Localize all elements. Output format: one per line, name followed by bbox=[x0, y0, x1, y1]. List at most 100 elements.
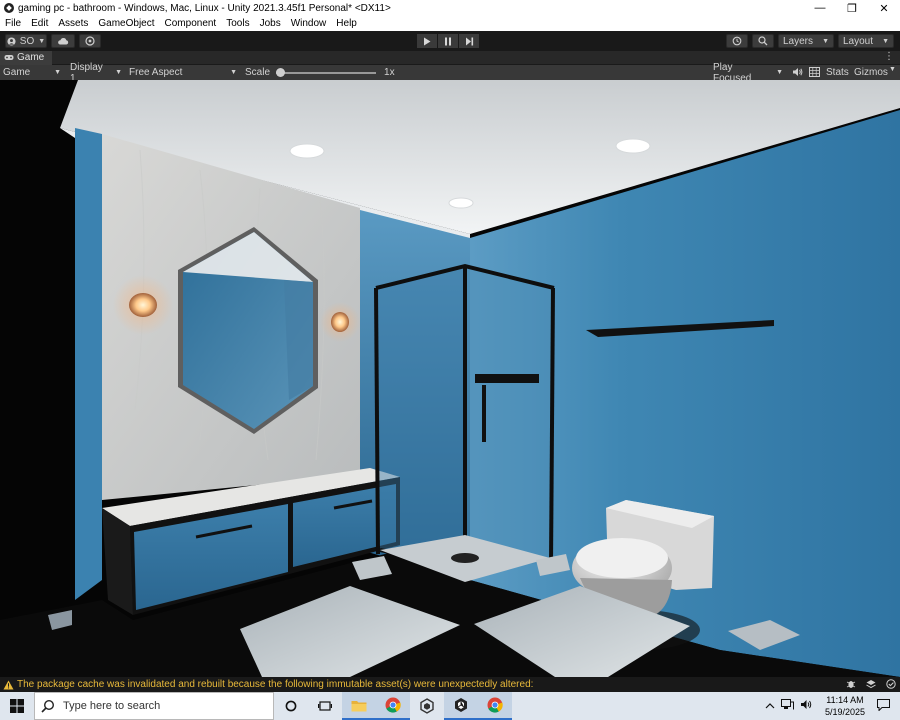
title-bar: gaming pc - bathroom - Windows, Mac, Lin… bbox=[0, 0, 900, 16]
stats-button[interactable]: Stats bbox=[826, 67, 849, 78]
chrome-icon bbox=[487, 697, 503, 713]
menu-edit[interactable]: Edit bbox=[26, 18, 53, 29]
chevron-down-icon: ▼ bbox=[38, 37, 46, 45]
taskbar-app-explorer[interactable] bbox=[342, 692, 376, 720]
account-label: SO bbox=[19, 35, 35, 47]
play-button[interactable] bbox=[417, 34, 437, 48]
play-icon bbox=[424, 37, 431, 45]
unity-hub-icon bbox=[420, 698, 434, 714]
scale-slider-handle[interactable] bbox=[276, 67, 286, 77]
game-view-toolbar: Game ▼ Display 1 ▼ Free Aspect ▼ Scale 1… bbox=[0, 62, 900, 84]
aspect-dropdown[interactable]: Free Aspect ▼ bbox=[126, 65, 240, 80]
clock-date: 5/19/2025 bbox=[824, 707, 865, 717]
game-view[interactable] bbox=[0, 80, 900, 677]
more-options-icon[interactable]: ⋮ bbox=[884, 51, 894, 62]
chevron-down-icon[interactable]: ▼ bbox=[889, 66, 896, 73]
ceiling-light-1 bbox=[289, 143, 325, 159]
menu-jobs[interactable]: Jobs bbox=[255, 18, 286, 29]
taskbar-app-chrome-2[interactable] bbox=[478, 692, 512, 720]
wall-lamp-right bbox=[331, 312, 349, 332]
menu-bar: File Edit Assets GameObject Component To… bbox=[0, 16, 900, 31]
tab-game-label: Game bbox=[17, 52, 45, 63]
network-icon[interactable] bbox=[780, 699, 794, 713]
account-icon bbox=[7, 36, 16, 46]
ceiling-light-3 bbox=[448, 197, 474, 209]
menu-assets[interactable]: Assets bbox=[53, 18, 93, 29]
folder-icon bbox=[351, 700, 367, 711]
close-button[interactable]: ✕ bbox=[868, 0, 900, 16]
history-icon bbox=[732, 36, 742, 46]
maximize-button[interactable]: ❐ bbox=[836, 0, 868, 16]
chevron-down-icon: ▼ bbox=[776, 69, 783, 76]
menu-tools[interactable]: Tools bbox=[221, 18, 254, 29]
pause-button[interactable] bbox=[438, 34, 458, 48]
chevron-down-icon: ▼ bbox=[822, 37, 829, 45]
layers-stack-icon[interactable] bbox=[866, 679, 876, 692]
speaker-icon[interactable] bbox=[792, 67, 803, 80]
gamepad-icon bbox=[4, 55, 14, 60]
taskbar-app-unity-hub[interactable] bbox=[410, 692, 444, 720]
task-switcher-button[interactable] bbox=[308, 692, 342, 720]
account-dropdown[interactable]: SO ▼ bbox=[5, 34, 47, 48]
minimize-button[interactable]: — bbox=[804, 0, 836, 16]
menu-gameobject[interactable]: GameObject bbox=[93, 18, 159, 29]
chevron-up-icon[interactable] bbox=[765, 701, 775, 712]
cortana-circle-icon bbox=[285, 700, 297, 712]
menu-help[interactable]: Help bbox=[331, 18, 362, 29]
chevron-down-icon: ▼ bbox=[115, 69, 122, 76]
console-message: The package cache was invalidated and re… bbox=[17, 679, 534, 690]
history-button[interactable] bbox=[726, 34, 748, 48]
task-view-button[interactable] bbox=[274, 692, 308, 720]
step-button[interactable] bbox=[459, 34, 479, 48]
search-placeholder: Type here to search bbox=[63, 700, 161, 712]
search-icon bbox=[41, 699, 55, 713]
console-status-bar[interactable]: The package cache was invalidated and re… bbox=[0, 677, 900, 692]
menu-window[interactable]: Window bbox=[286, 18, 332, 29]
grid-icon[interactable] bbox=[809, 67, 820, 80]
aspect-label: Free Aspect bbox=[129, 67, 183, 78]
cloud-button[interactable] bbox=[51, 34, 75, 48]
check-circle-icon[interactable] bbox=[886, 679, 896, 692]
view-mode-label: Game bbox=[3, 67, 31, 78]
start-button[interactable] bbox=[0, 692, 34, 720]
volume-icon[interactable] bbox=[800, 699, 813, 713]
play-mode-dropdown[interactable]: Play Focused ▼ bbox=[710, 62, 786, 84]
collab-button[interactable] bbox=[79, 34, 101, 48]
menu-component[interactable]: Component bbox=[160, 18, 222, 29]
taskbar-search-input[interactable]: Type here to search bbox=[34, 692, 274, 720]
bug-icon[interactable] bbox=[846, 679, 856, 692]
layout-dropdown[interactable]: Layout ▼ bbox=[838, 34, 894, 48]
gizmos-button[interactable]: Gizmos bbox=[854, 67, 888, 78]
search-icon bbox=[758, 36, 768, 46]
display-dropdown[interactable]: Display 1 ▼ bbox=[67, 62, 125, 84]
layout-label: Layout bbox=[843, 35, 874, 47]
window-title: gaming pc - bathroom - Windows, Mac, Lin… bbox=[18, 2, 391, 14]
tab-game[interactable]: Game bbox=[0, 50, 53, 65]
system-clock[interactable]: 11:14 AM 5/19/2025 bbox=[819, 694, 871, 718]
step-icon bbox=[465, 37, 473, 45]
chevron-down-icon: ▼ bbox=[882, 37, 889, 45]
notification-icon[interactable] bbox=[877, 698, 900, 714]
task-view-icon bbox=[318, 701, 332, 711]
cloud-icon bbox=[58, 38, 69, 45]
windows-taskbar: Type here to search 11:14 AM 5/19/2025 bbox=[0, 692, 900, 720]
layers-dropdown[interactable]: Layers ▼ bbox=[778, 34, 834, 48]
collab-icon bbox=[85, 36, 95, 46]
system-tray: 11:14 AM 5/19/2025 bbox=[765, 692, 900, 720]
scale-value: 1x bbox=[384, 67, 395, 78]
unity-logo-icon bbox=[4, 3, 14, 13]
scale-slider[interactable] bbox=[276, 67, 377, 77]
warning-icon bbox=[3, 680, 14, 690]
menu-file[interactable]: File bbox=[0, 18, 26, 29]
view-mode-dropdown[interactable]: Game ▼ bbox=[0, 65, 64, 80]
pause-icon bbox=[445, 37, 451, 45]
wall-lamp-left bbox=[129, 293, 157, 317]
unity-icon bbox=[455, 698, 467, 712]
search-button[interactable] bbox=[752, 34, 774, 48]
chevron-down-icon: ▼ bbox=[230, 69, 237, 76]
taskbar-app-chrome[interactable] bbox=[376, 692, 410, 720]
taskbar-app-unity[interactable] bbox=[444, 692, 478, 720]
windows-logo-icon bbox=[10, 699, 24, 713]
main-toolbar: SO ▼ Layers ▼ Layout ▼ bbox=[0, 31, 900, 51]
chrome-icon bbox=[385, 697, 401, 713]
